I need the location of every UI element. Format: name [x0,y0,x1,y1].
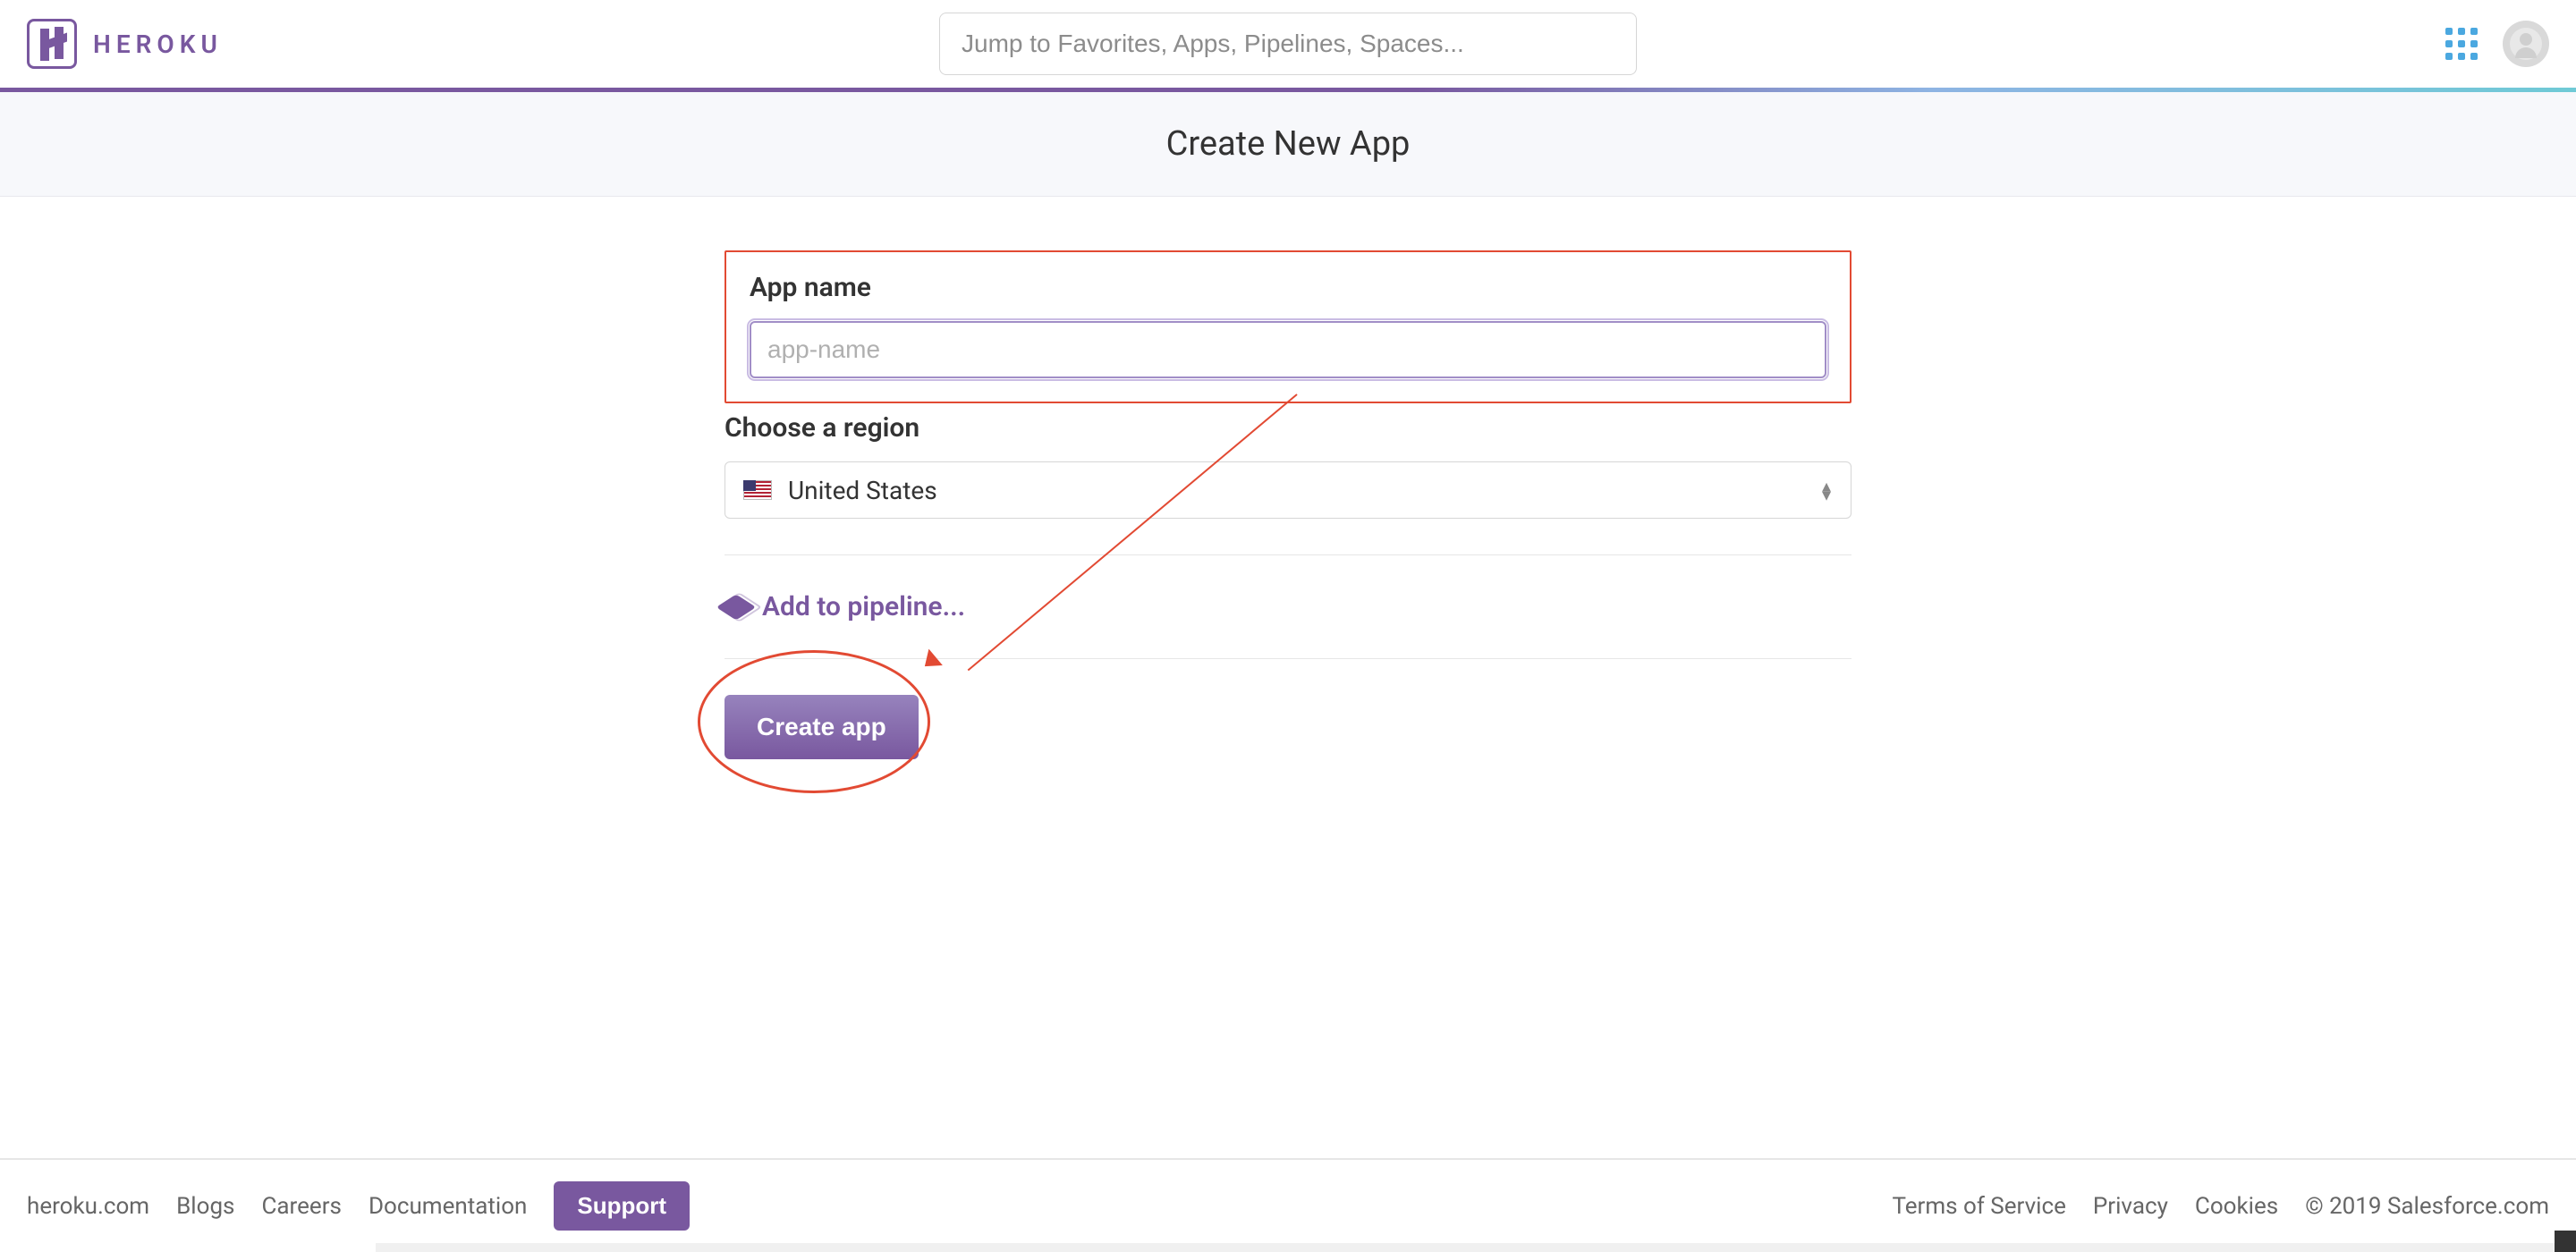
footer: heroku.com Blogs Careers Documentation S… [0,1158,2576,1252]
footer-link-tos[interactable]: Terms of Service [1892,1193,2065,1220]
heroku-logo-icon [27,19,77,69]
region-selected-value: United States [788,476,937,505]
footer-link-cookies[interactable]: Cookies [2195,1193,2278,1220]
horizontal-scrollbar[interactable] [376,1243,2555,1252]
divider [724,554,1852,555]
app-name-label: App name [750,272,1826,303]
us-flag-icon [743,480,772,500]
footer-right: Terms of Service Privacy Cookies © 2019 … [1892,1193,2549,1220]
pipeline-label: Add to pipeline... [762,591,965,622]
page-title: Create New App [0,124,2576,164]
app-switcher-icon[interactable] [2445,28,2478,60]
pipeline-icon [716,594,757,620]
submit-row: Create app [724,695,1852,759]
footer-link-privacy[interactable]: Privacy [2093,1193,2168,1220]
add-to-pipeline-link[interactable]: Add to pipeline... [724,591,1852,622]
page-header: Create New App [0,92,2576,197]
footer-left: heroku.com Blogs Careers Documentation S… [27,1181,690,1231]
top-nav: HEROKU [0,0,2576,88]
footer-link-heroku[interactable]: heroku.com [27,1193,149,1220]
search-input[interactable] [939,13,1637,75]
brand[interactable]: HEROKU [27,19,223,69]
annotation-highlight-app-name: App name [724,250,1852,403]
app-name-input[interactable] [750,321,1826,378]
scrollbar-corner [2555,1231,2576,1252]
create-app-button[interactable]: Create app [724,695,919,759]
footer-copyright: © 2019 Salesforce.com [2305,1193,2549,1220]
support-button[interactable]: Support [554,1181,690,1231]
user-avatar[interactable] [2503,21,2549,67]
footer-link-blogs[interactable]: Blogs [176,1193,234,1220]
ninja-avatar-icon [2510,28,2542,60]
nav-right [2445,21,2549,67]
select-chevrons-icon: ▴▾ [1822,481,1831,499]
region-field: Choose a region United States ▴▾ [724,412,1852,519]
region-select[interactable]: United States ▴▾ [724,461,1852,519]
create-app-form: App name Choose a region United States ▴… [724,250,1852,759]
footer-link-documentation[interactable]: Documentation [369,1193,527,1220]
footer-link-careers[interactable]: Careers [261,1193,341,1220]
divider [724,658,1852,659]
annotation-arrowhead-icon [918,649,943,675]
global-search [939,13,1637,75]
brand-name: HEROKU [93,30,223,59]
region-label: Choose a region [724,412,1852,444]
